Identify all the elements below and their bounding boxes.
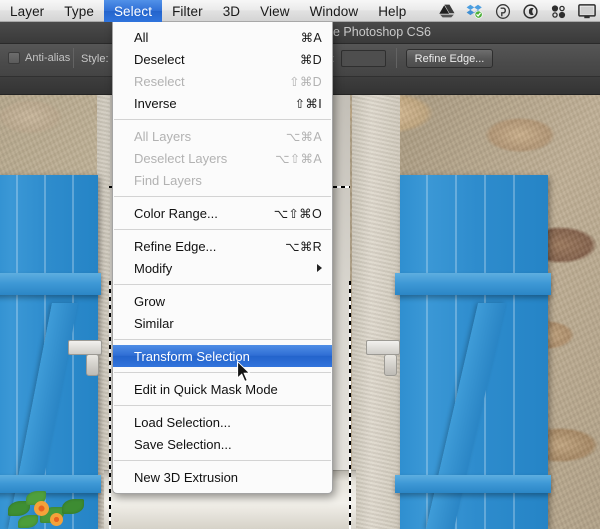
anti-alias-checkbox[interactable]: Anti-alias — [8, 52, 70, 64]
menu-item-transform-selection[interactable]: Transform Selection — [113, 345, 332, 367]
menu-bar: Layer Type Select Filter 3D View Window … — [0, 0, 600, 22]
menu-item-refine-edge[interactable]: Refine Edge... ⌥⌘R — [113, 235, 332, 257]
blue-shutter-right — [395, 175, 551, 529]
menu-item-label: Load Selection... — [134, 414, 231, 430]
menubar-item-view[interactable]: View — [250, 0, 299, 22]
select-menu-dropdown[interactable]: All ⌘A Deselect ⌘D Reselect ⇧⌘D Inverse ⇧⌘I All … — [112, 22, 333, 494]
menu-item-deselect[interactable]: Deselect ⌘D — [113, 48, 332, 70]
checkbox-icon[interactable] — [8, 52, 20, 64]
menu-separator — [114, 460, 331, 461]
mouse-cursor-icon — [236, 360, 253, 390]
menu-separator — [114, 229, 331, 230]
selection-marquee-left-edge — [109, 281, 111, 529]
menu-item-grow[interactable]: Grow — [113, 290, 332, 312]
menu-item-label: Inverse — [134, 95, 177, 111]
flower-blossom — [34, 501, 49, 516]
menu-item-label: All — [134, 29, 149, 45]
menu-item-label: New 3D Extrusion — [134, 469, 239, 485]
google-drive-icon[interactable] — [437, 3, 456, 20]
menu-item-label: Edit in Quick Mask Mode — [134, 381, 278, 397]
menu-item-similar[interactable]: Similar — [113, 312, 332, 334]
menu-item-modify[interactable]: Modify — [113, 257, 332, 279]
menu-item-load-selection[interactable]: Load Selection... — [113, 411, 332, 433]
leaf — [62, 499, 84, 514]
menu-item-label: Grow — [134, 293, 166, 309]
menu-item-shortcut: ⌥⇧⌘A — [275, 151, 322, 166]
menu-item-save-selection[interactable]: Save Selection... — [113, 433, 332, 455]
menu-separator — [114, 119, 331, 120]
selection-marquee-right-edge — [349, 281, 351, 529]
menubar-item-3d[interactable]: 3D — [213, 0, 250, 22]
refine-edge-button[interactable]: Refine Edge... — [406, 49, 493, 68]
creative-cloud-icon[interactable] — [521, 3, 540, 20]
shutter-rail — [0, 273, 101, 295]
menu-item-deselect-layers: Deselect Layers ⌥⇧⌘A — [113, 147, 332, 169]
leaf — [18, 515, 38, 528]
flowering-plant — [6, 487, 98, 529]
menu-item-shortcut: ⌥⌘R — [285, 239, 322, 254]
menu-separator — [114, 372, 331, 373]
anti-alias-label: Anti-alias — [25, 52, 71, 64]
menu-separator — [114, 339, 331, 340]
flower-blossom — [50, 513, 63, 526]
menu-item-shortcut: ⌘D — [299, 52, 322, 67]
menu-item-label: All Layers — [134, 128, 192, 144]
menu-item-label: Find Layers — [134, 172, 202, 188]
height-input[interactable] — [341, 50, 386, 67]
shutter-rail — [395, 273, 551, 295]
menu-item-shortcut: ⌘A — [300, 30, 322, 45]
menu-item-label: Deselect — [134, 51, 185, 67]
menu-item-color-range[interactable]: Color Range... ⌥⇧⌘O — [113, 202, 332, 224]
menubar-item-type[interactable]: Type — [54, 0, 104, 22]
dropbox-synced-icon[interactable] — [465, 3, 484, 20]
menu-item-reselect: Reselect ⇧⌘D — [113, 70, 332, 92]
menu-item-label: Color Range... — [134, 205, 218, 221]
menu-item-label: Transform Selection — [134, 348, 250, 364]
menubar-item-help[interactable]: Help — [368, 0, 416, 22]
menubar-status-icons — [437, 0, 600, 22]
granite-pillar-right — [352, 95, 400, 529]
menu-item-shortcut: ⇧⌘D — [289, 74, 322, 89]
menu-item-label: Refine Edge... — [134, 238, 217, 254]
options-separator — [73, 48, 74, 68]
menu-separator — [114, 196, 331, 197]
menubar-item-window[interactable]: Window — [300, 0, 369, 22]
menu-item-label: Reselect — [134, 73, 185, 89]
menubar-item-filter[interactable]: Filter — [162, 0, 213, 22]
wacom-tablet-icon[interactable] — [493, 3, 512, 20]
menu-separator — [114, 284, 331, 285]
display-icon[interactable] — [577, 3, 596, 20]
menu-item-label: Deselect Layers — [134, 150, 228, 166]
menubar-item-layer[interactable]: Layer — [0, 0, 54, 22]
menu-item-shortcut: ⌥⌘A — [285, 129, 322, 144]
menu-item-all-layers: All Layers ⌥⌘A — [113, 125, 332, 147]
menu-item-find-layers: Find Layers — [113, 169, 332, 191]
menu-item-inverse[interactable]: Inverse ⇧⌘I — [113, 92, 332, 114]
shutter-latch-left — [68, 340, 102, 376]
menu-item-label: Similar — [134, 315, 174, 331]
menubar-item-select[interactable]: Select — [103, 0, 163, 22]
menu-separator — [114, 405, 331, 406]
photoshop-window-title: e Photoshop CS6 — [333, 25, 431, 39]
menu-item-shortcut: ⌥⇧⌘O — [273, 206, 322, 221]
options-separator — [396, 48, 397, 68]
menu-item-shortcut: ⇧⌘I — [294, 96, 322, 111]
menu-item-new-3d-extrusion[interactable]: New 3D Extrusion — [113, 466, 332, 488]
menu-item-edit-in-quick-mask-mode[interactable]: Edit in Quick Mask Mode — [113, 378, 332, 400]
shutter-rail-lower — [395, 475, 551, 493]
menu-item-label: Save Selection... — [134, 436, 232, 452]
shutter-latch-right — [366, 340, 400, 376]
bluetooth-devices-icon[interactable] — [549, 3, 568, 20]
submenu-arrow-icon — [317, 264, 322, 272]
style-label: Style: — [81, 53, 109, 65]
menu-item-all[interactable]: All ⌘A — [113, 26, 332, 48]
shutter-brace — [425, 303, 507, 529]
menu-item-label: Modify — [134, 260, 173, 276]
